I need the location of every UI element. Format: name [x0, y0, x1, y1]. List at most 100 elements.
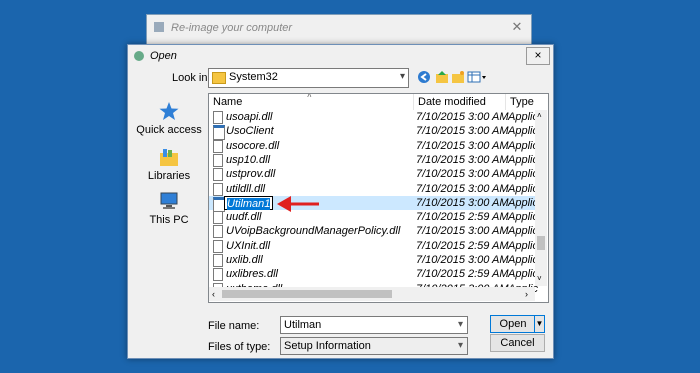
file-row[interactable]: utildll.dll 7/10/2015 3:00 AM Applic: [209, 182, 538, 196]
back-icon[interactable]: [416, 69, 432, 85]
chevron-down-icon[interactable]: ▾: [458, 338, 463, 354]
file-name: usoapi.dll: [226, 111, 273, 123]
file-row[interactable]: uxlibres.dll 7/10/2015 2:59 AM Applic: [209, 267, 538, 282]
place-label: Quick access: [136, 124, 202, 136]
close-icon[interactable]: ✕: [509, 20, 525, 34]
file-type: Applic: [508, 182, 538, 195]
dll-file-icon: [213, 239, 223, 253]
place-libraries[interactable]: Libraries: [134, 147, 204, 182]
file-date: 7/10/2015 3:00 AM: [416, 225, 509, 238]
file-date: 7/10/2015 3:00 AM: [416, 182, 509, 195]
filetype-value: Setup Information: [284, 340, 371, 352]
file-date: 7/10/2015 3:00 AM: [416, 111, 509, 123]
open-button[interactable]: Open: [490, 315, 536, 333]
scroll-up-icon[interactable]: ˄: [537, 111, 542, 120]
filename-input[interactable]: Utilman ▾: [280, 316, 468, 334]
file-row[interactable]: usoapi.dll 7/10/2015 3:00 AM Applic: [209, 110, 538, 124]
scroll-thumb[interactable]: [537, 236, 545, 250]
file-date: 7/10/2015 2:59 AM: [416, 268, 509, 281]
file-date: 7/10/2015 3:00 AM: [416, 168, 509, 181]
file-date: 7/10/2015 3:00 AM: [416, 153, 509, 166]
file-row[interactable]: ustprov.dll 7/10/2015 3:00 AM Applic: [209, 167, 538, 182]
lookin-select[interactable]: System32 ▾: [208, 68, 409, 88]
file-date: 7/10/2015 3:00 AM: [416, 125, 509, 138]
file-type: Applic: [508, 196, 538, 209]
dll-file-icon: [213, 139, 223, 153]
column-date[interactable]: Date modified: [414, 94, 506, 110]
lookin-value: System32: [229, 71, 278, 83]
up-folder-icon[interactable]: [434, 69, 450, 85]
place-this-pc[interactable]: This PC: [134, 191, 204, 226]
dll-file-icon: [213, 211, 223, 225]
filetype-label: Files of type:: [208, 341, 271, 353]
file-list[interactable]: Name ˄ Date modified Type usoapi.dll 7/10…: [208, 93, 549, 303]
file-type: Applic: [508, 111, 538, 123]
dll-file-icon: [213, 168, 223, 182]
file-row[interactable]: UVoipBackgroundManagerPolicy.dll 7/10/201…: [209, 224, 538, 239]
app-icon: [154, 22, 164, 32]
close-button[interactable]: ×: [526, 47, 550, 65]
chevron-down-icon[interactable]: ▾: [458, 317, 463, 333]
file-name: UVoipBackgroundManagerPolicy.dll: [226, 225, 401, 238]
place-label: This PC: [149, 214, 189, 226]
filename-value: Utilman: [284, 319, 322, 331]
file-name: utildll.dll: [226, 182, 266, 195]
file-name: uxlibres.dll: [226, 268, 278, 281]
dll-file-icon: [213, 111, 223, 124]
file-date: 7/10/2015 2:59 AM: [416, 211, 509, 224]
file-name: uudf.dll: [226, 211, 262, 224]
file-name: Utilman1: [227, 197, 271, 210]
filetype-select[interactable]: Setup Information ▾: [280, 337, 468, 355]
file-row[interactable]: uxlib.dll 7/10/2015 3:00 AM Applic: [209, 253, 538, 267]
file-name: uxlib.dll: [226, 254, 263, 266]
scroll-left-icon[interactable]: ‹: [212, 289, 215, 299]
scroll-thumb-horizontal[interactable]: [222, 290, 392, 298]
file-date: 7/10/2015 3:00 AM: [416, 196, 509, 209]
file-row[interactable]: usocore.dll 7/10/2015 3:00 AM Applic: [209, 139, 538, 153]
sort-up-icon: ˄: [307, 93, 312, 100]
dll-file-icon: [213, 182, 223, 196]
view-menu-icon[interactable]: [467, 69, 487, 85]
file-name: UXInit.dll: [226, 239, 271, 252]
vertical-scrollbar[interactable]: ˄ ˅: [535, 110, 547, 286]
chevron-down-icon: ▾: [399, 71, 405, 82]
libraries-icon: [160, 149, 178, 166]
place-quick-access[interactable]: Quick access: [134, 101, 204, 136]
dll-file-icon: [213, 153, 223, 167]
folder-icon: [212, 72, 226, 84]
new-folder-icon[interactable]: [450, 69, 466, 85]
file-type: Applic: [508, 125, 538, 138]
file-type: Applic: [508, 254, 538, 266]
dll-file-icon: [213, 268, 223, 282]
file-name: usocore.dll: [226, 139, 280, 152]
file-type: Applic: [508, 153, 538, 166]
dll-file-icon: [213, 225, 223, 239]
file-name: ustprov.dll: [226, 168, 276, 181]
this-pc-icon: [160, 192, 178, 209]
red-arrow-annotation: [277, 196, 319, 212]
scroll-right-icon[interactable]: ›: [525, 289, 528, 299]
file-type: Applic: [508, 168, 538, 181]
file-type: Applic: [508, 211, 538, 224]
file-row[interactable]: UsoClient 7/10/2015 3:00 AM Applic: [209, 124, 538, 141]
file-type: Applic: [508, 139, 538, 152]
file-name: usp10.dll: [226, 153, 271, 166]
dialog-title: Open: [150, 50, 177, 62]
dll-file-icon: [213, 254, 223, 267]
file-type: Applic: [508, 239, 538, 252]
horizontal-scrollbar[interactable]: ‹ ›: [209, 287, 535, 301]
file-row[interactable]: Utilman1 7/10/2015 3:00 AM Applic: [209, 195, 538, 212]
file-row[interactable]: uudf.dll 7/10/2015 2:59 AM Applic: [209, 210, 538, 225]
rename-field[interactable]: Utilman1: [224, 195, 274, 210]
lookin-label: Look in:: [172, 72, 211, 84]
file-date: 7/10/2015 2:59 AM: [416, 239, 509, 252]
background-window-title: Re-image your computer: [171, 22, 293, 34]
file-row[interactable]: usp10.dll 7/10/2015 3:00 AM Applic: [209, 153, 538, 167]
file-row[interactable]: UXInit.dll 7/10/2015 2:59 AM Applic: [209, 239, 538, 253]
cancel-button[interactable]: Cancel: [490, 334, 545, 352]
file-type: Applic: [508, 225, 538, 238]
quick-access-icon: [159, 102, 179, 120]
scroll-down-icon[interactable]: ˅: [537, 274, 542, 283]
open-dropdown-icon[interactable]: ▼: [534, 315, 545, 333]
column-type[interactable]: Type: [506, 94, 535, 110]
